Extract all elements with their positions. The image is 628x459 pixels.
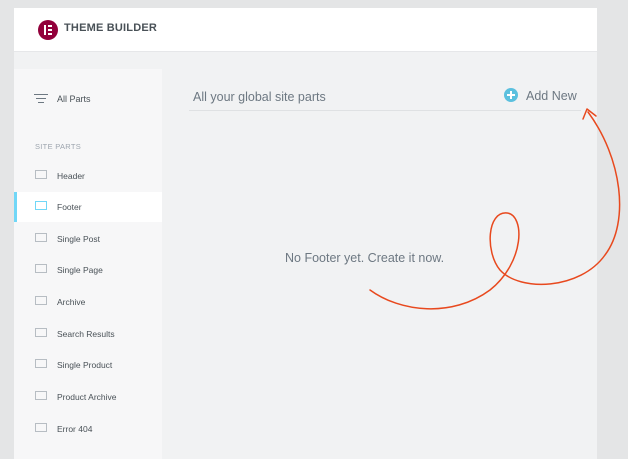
header-template-icon [35,170,47,179]
sidebar-item-label: Archive [57,297,86,307]
theme-builder-window: THEME BUILDER All Parts SITE PARTS Heade… [14,8,597,459]
filter-icon [34,94,48,104]
main-header: All your global site parts Add New [189,79,581,111]
sidebar-item-label: Single Page [57,265,103,275]
sidebar-item-label: Search Results [57,329,115,339]
sidebar-item-label: Header [57,171,85,181]
all-parts-label: All Parts [57,94,91,104]
elementor-logo-icon [38,20,58,40]
add-new-button[interactable]: Add New [502,86,582,106]
app-title: THEME BUILDER [64,22,158,34]
sidebar-item-label: Footer [57,202,82,212]
search-results-icon [35,328,47,337]
sidebar-item-archive[interactable]: Archive [14,287,162,317]
sidebar-item-single-page[interactable]: Single Page [14,255,162,285]
sidebar-item-header[interactable]: Header [14,161,162,191]
sidebar: All Parts SITE PARTS Header Footer Singl… [14,69,162,459]
sidebar-item-error-404[interactable]: Error 404 [14,414,162,444]
plus-circle-icon [504,88,518,102]
sidebar-item-search-results[interactable]: Search Results [14,319,162,349]
site-parts-heading: SITE PARTS [35,142,82,151]
single-product-icon [35,359,47,368]
footer-template-icon [35,201,47,210]
empty-state-message: No Footer yet. Create it now. [285,251,445,265]
error-404-icon [35,423,47,432]
sidebar-item-label: Error 404 [57,424,93,434]
sidebar-item-label: Product Archive [57,392,117,402]
sidebar-item-footer[interactable]: Footer [14,192,162,222]
sidebar-item-product-archive[interactable]: Product Archive [14,382,162,412]
all-parts-button[interactable]: All Parts [14,81,162,115]
product-archive-icon [35,391,47,400]
add-new-label: Add New [526,89,577,103]
archive-icon [35,296,47,305]
sidebar-item-single-post[interactable]: Single Post [14,224,162,254]
top-bar: THEME BUILDER [14,8,597,52]
sidebar-item-label: Single Product [57,360,113,370]
single-page-icon [35,264,47,273]
page-title: All your global site parts [193,90,326,104]
single-post-icon [35,233,47,242]
sidebar-item-label: Single Post [57,234,100,244]
sidebar-item-single-product[interactable]: Single Product [14,350,162,380]
